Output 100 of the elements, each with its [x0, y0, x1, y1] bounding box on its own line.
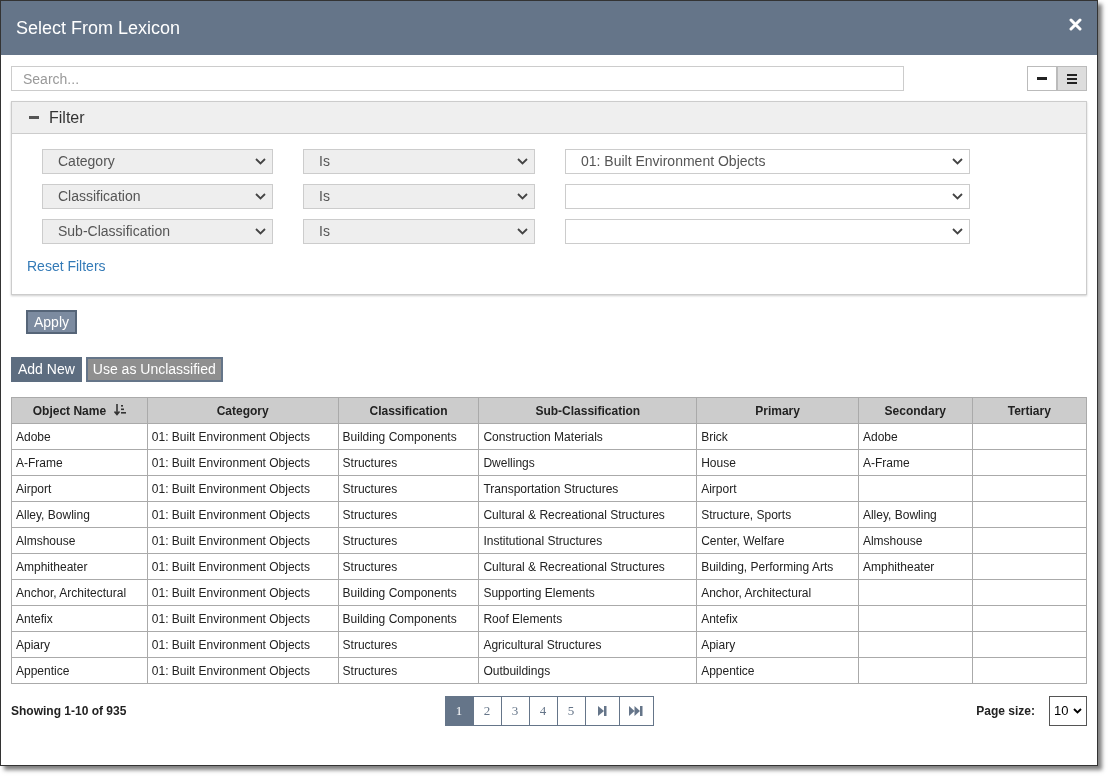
table-cell: House: [696, 449, 859, 476]
page-size-label: Page size:: [976, 703, 1035, 720]
table-cell: Antefix: [696, 605, 859, 632]
chevron-down-icon: [255, 228, 266, 235]
view-toggle-button[interactable]: [1057, 66, 1087, 91]
table-cell: Antefix: [11, 605, 148, 632]
table-cell: Apiary: [11, 631, 148, 658]
table-cell: Brick: [696, 423, 859, 450]
table-cell: Structures: [338, 475, 479, 502]
field-select[interactable]: Sub-Classification: [42, 219, 273, 244]
chevron-down-icon: [255, 158, 266, 165]
page-button[interactable]: 2: [472, 696, 502, 726]
apply-button[interactable]: Apply: [26, 310, 78, 334]
column-header[interactable]: Sub-Classification: [478, 397, 697, 424]
chevron-down-icon: [1073, 708, 1082, 714]
chevron-down-icon: [517, 193, 528, 200]
table-cell: Anchor, Architectural: [696, 579, 859, 606]
page-button[interactable]: 5: [556, 696, 586, 726]
table-cell: Construction Materials: [478, 423, 697, 450]
chevron-down-icon: [517, 228, 528, 235]
table-cell: Building Components: [338, 579, 479, 606]
table-cell: Amphitheater: [858, 553, 973, 580]
table-cell: Dwellings: [478, 449, 697, 476]
table-cell: Cultural & Recreational Structures: [478, 553, 697, 580]
search-field[interactable]: Search...: [11, 66, 904, 91]
table-cell: Agricultural Structures: [478, 631, 697, 658]
table-cell: Airport: [11, 475, 148, 502]
column-header[interactable]: Category: [147, 397, 339, 424]
table-cell: 01: Built Environment Objects: [147, 423, 339, 450]
table-cell: 01: Built Environment Objects: [147, 449, 339, 476]
table-cell: Structures: [338, 449, 479, 476]
chevron-down-icon: [952, 228, 963, 235]
last-page-icon: [629, 706, 643, 716]
operator-select[interactable]: Is: [303, 219, 535, 244]
page-button[interactable]: 4: [528, 696, 558, 726]
view-toggle-button[interactable]: [1027, 66, 1057, 91]
column-header[interactable]: Classification: [338, 397, 479, 424]
table-cell: Adobe: [858, 423, 973, 450]
sort-icon[interactable]: [114, 403, 127, 416]
next-page-button[interactable]: [584, 696, 620, 726]
table-cell: Anchor, Architectural: [11, 579, 148, 606]
table-cell: Apiary: [696, 631, 859, 658]
operator-select[interactable]: Is: [303, 149, 535, 174]
table-cell: Center, Welfare: [696, 527, 859, 554]
table-cell: 01: Built Environment Objects: [147, 579, 339, 606]
page-button[interactable]: 1: [444, 696, 474, 726]
close-icon[interactable]: [1069, 17, 1082, 31]
next-page-icon: [597, 706, 607, 716]
column-header[interactable]: Secondary: [858, 397, 973, 424]
table-cell: Outbuildings: [478, 657, 697, 684]
results-count: Showing 1-10 of 935: [11, 703, 128, 720]
field-select[interactable]: Category: [42, 149, 273, 174]
table-cell: 01: Built Environment Objects: [147, 501, 339, 528]
window-title: Select From Lexicon: [16, 16, 181, 40]
table-cell: Cultural & Recreational Structures: [478, 501, 697, 528]
table-cell: Almshouse: [858, 527, 973, 554]
table-cell: Institutional Structures: [478, 527, 697, 554]
table-cell: Adobe: [11, 423, 148, 450]
table-cell: Airport: [696, 475, 859, 502]
field-select[interactable]: Classification: [42, 184, 273, 209]
table-cell: Structures: [338, 631, 479, 658]
page-size-select[interactable]: 10: [1049, 696, 1087, 726]
chevron-down-icon: [255, 193, 266, 200]
table-cell: Almshouse: [11, 527, 148, 554]
table-cell: A-Frame: [11, 449, 148, 476]
table-cell: Structures: [338, 527, 479, 554]
chevron-down-icon: [952, 193, 963, 200]
table-cell: Structure, Sports: [696, 501, 859, 528]
table-cell: Supporting Elements: [478, 579, 697, 606]
column-header[interactable]: Tertiary: [972, 397, 1087, 424]
column-header[interactable]: Primary: [696, 397, 859, 424]
value-select[interactable]: 01: Built Environment Objects: [565, 149, 970, 174]
table-cell: Building Components: [338, 605, 479, 632]
table-cell: Building Components: [338, 423, 479, 450]
table-cell: Alley, Bowling: [858, 501, 973, 528]
last-page-button[interactable]: [618, 696, 654, 726]
reset-filters-link[interactable]: Reset Filters: [27, 256, 106, 277]
table-cell: 01: Built Environment Objects: [147, 527, 339, 554]
operator-select[interactable]: Is: [303, 184, 535, 209]
action-button[interactable]: Add New: [11, 357, 82, 382]
filter-title: Filter: [49, 107, 85, 128]
column-header[interactable]: Object Name: [11, 397, 148, 424]
chevron-down-icon: [952, 158, 963, 165]
table-cell: Structures: [338, 657, 479, 684]
chevron-down-icon: [517, 158, 528, 165]
table-cell: Roof Elements: [478, 605, 697, 632]
table-cell: Appentice: [11, 657, 148, 684]
table-cell: Transportation Structures: [478, 475, 697, 502]
table-cell: Alley, Bowling: [11, 501, 148, 528]
menu-icon: [1067, 73, 1077, 84]
page-button[interactable]: 3: [500, 696, 530, 726]
table-cell: Building, Performing Arts: [696, 553, 859, 580]
table-cell: 01: Built Environment Objects: [147, 605, 339, 632]
table-cell: Appentice: [696, 657, 859, 684]
table-cell: 01: Built Environment Objects: [147, 631, 339, 658]
table-cell: Amphitheater: [11, 553, 148, 580]
minus-icon: [1037, 77, 1047, 80]
table-cell: Structures: [338, 553, 479, 580]
filter-header[interactable]: Filter: [12, 102, 1086, 134]
table-cell: A-Frame: [858, 449, 973, 476]
